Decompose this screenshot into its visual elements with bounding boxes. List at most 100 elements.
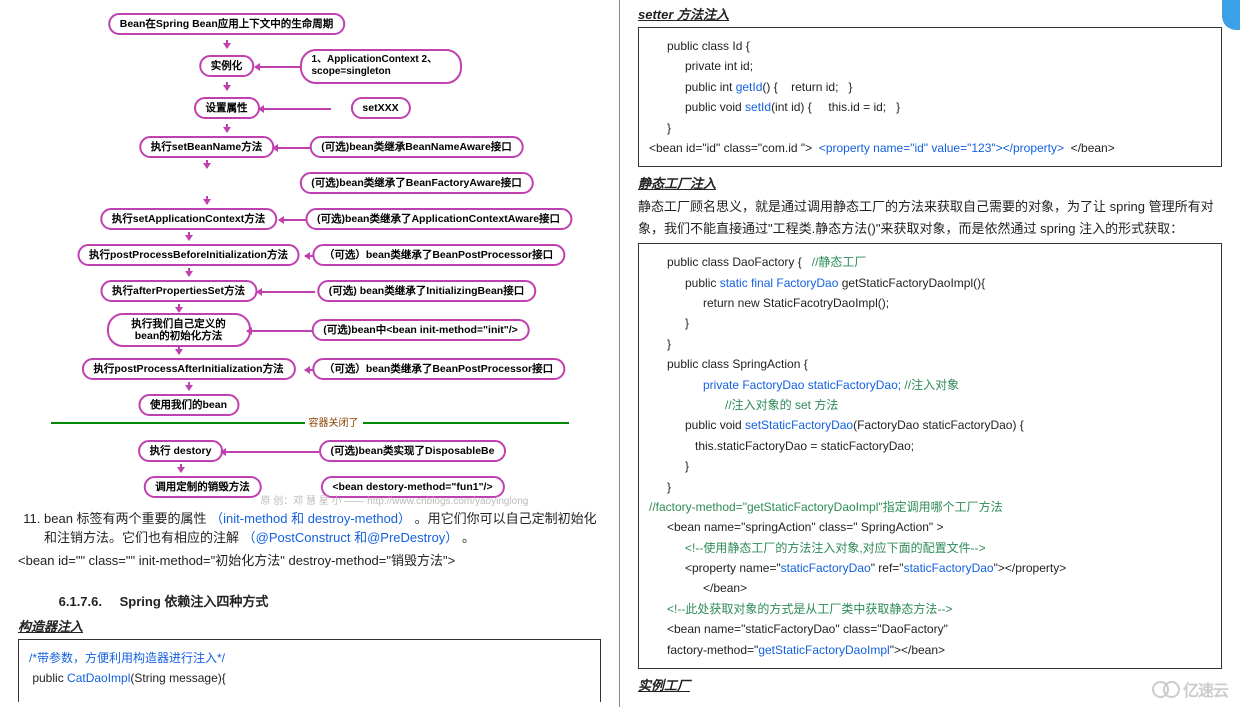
code-text: </bean> [1064, 141, 1115, 155]
arrow-down-icon [188, 268, 190, 276]
flow-custominit: 执行我们自己定义的 bean的初始化方法 [107, 313, 251, 347]
flow-destroy: 执行 destory [138, 440, 224, 462]
li11-text-d: （@PostConstruct 和@PreDestroy） [243, 530, 459, 545]
section-heading: 6.1.7.6. Spring 依赖注入四种方式 [18, 591, 601, 610]
code-text: getId [736, 80, 763, 94]
static-factory-desc: 静态工厂顾名思义，就是通过调用静态工厂的方法来获取自己需要的对象，为了让 spr… [638, 196, 1222, 239]
flow-destroy-note: (可选)bean类实现了DisposableBe [319, 440, 507, 462]
code-text: (String message){ [130, 671, 225, 685]
code-text: </bean> [649, 578, 1211, 598]
code-text: public int [685, 80, 736, 94]
flow-ppbefore: 执行postProcessBeforeInitialization方法 [77, 244, 300, 266]
code-text: public void [685, 418, 745, 432]
code-text: public [29, 671, 67, 685]
arrow-down-icon [178, 304, 180, 312]
code-text: "></property> [994, 561, 1067, 575]
code-text: () { return id; } [762, 80, 852, 94]
code-text: private int id; [649, 56, 1211, 76]
flow-usebean: 使用我们的bean [138, 394, 239, 416]
code-text: <property name="id" value="123"></proper… [819, 141, 1064, 155]
code-text: public void [685, 100, 745, 114]
flow-ppafter: 执行postProcessAfterInitialization方法 [81, 358, 295, 380]
code-comment: /*带参数，方便利用构造器进行注入*/ [29, 651, 225, 665]
arrow-left-icon [247, 330, 315, 332]
code-text: } [649, 118, 1211, 138]
code-comment: //静态工厂 [812, 255, 867, 269]
li11-text-a: bean 标签有两个重要的属性 [44, 511, 207, 526]
arrow-left-icon [255, 66, 303, 68]
flow-setappctx: 执行setApplicationContext方法 [100, 208, 277, 230]
constructor-inject-heading: 构造器注入 [18, 616, 601, 635]
code-text: } [649, 477, 1211, 497]
code-text: this.staticFactoryDao = staticFactoryDao… [649, 436, 1211, 456]
code-text: private FactoryDao staticFactoryDao; [703, 378, 901, 392]
li11-text-e: 。 [462, 530, 475, 545]
li11-text-b: （init-method 和 destroy-method） [210, 511, 411, 526]
arrow-left-icon [257, 291, 315, 293]
code-text: public class SpringAction { [649, 354, 1211, 374]
code-text: public class Id { [649, 36, 1211, 56]
code-text: public [685, 276, 720, 290]
arrow-down-icon [178, 346, 180, 354]
setter-inject-heading: setter 方法注入 [638, 4, 1222, 23]
arrow-left-icon [259, 108, 331, 110]
arrow-down-icon [226, 82, 228, 90]
code-text: static final FactoryDao [720, 276, 839, 290]
arrow-down-icon [188, 382, 190, 390]
flow-setprops-note: setXXX [350, 97, 410, 119]
code-text: getStaticFactoryDaoImpl [758, 643, 889, 657]
bean-lifecycle-flowchart: Bean在Spring Bean应用上下文中的生命周期 实例化 1、Applic… [51, 6, 569, 502]
code-text: } [649, 334, 1211, 354]
code-text: return new StaticFacotryDaoImpl(); [649, 293, 1211, 313]
section-number: 6.1.7.6. [18, 594, 102, 609]
flow-beanfactoryaware-note: (可选)bean类继承了BeanFactoryAware接口 [299, 172, 533, 194]
feedback-tab-icon[interactable] [1222, 0, 1240, 30]
code-comment: //注入对象的 set 方法 [725, 398, 838, 412]
source-watermark: 原 创：邓 慧 星 小 —— http://www.cnblogs.com/ya… [261, 492, 529, 507]
arrow-down-icon [226, 40, 228, 48]
code-text: " ref=" [871, 561, 904, 575]
code-text: public class DaoFactory { [667, 255, 812, 269]
arrow-down-icon [180, 464, 182, 472]
code-text: (int id) { this.id = id; } [771, 100, 900, 114]
brand-text: 亿速云 [1183, 683, 1228, 700]
code-text: setId [745, 100, 771, 114]
flow-instantiate: 实例化 [199, 55, 255, 77]
flow-title: Bean在Spring Bean应用上下文中的生命周期 [108, 13, 346, 35]
code-text: staticFactoryDao [904, 561, 994, 575]
code-text: <bean name="springAction" class=" Spring… [649, 517, 1211, 537]
code-text: (FactoryDao staticFactoryDao) { [853, 418, 1024, 432]
code-text: <property name=" [685, 561, 781, 575]
arrow-down-icon [206, 196, 208, 204]
flow-customdestroy: 调用定制的销毁方法 [143, 476, 262, 498]
flow-ppafter-note: （可选）bean类继承了BeanPostProcessor接口 [312, 358, 565, 380]
code-text: staticFactoryDao [781, 561, 871, 575]
code-text: setStaticFactoryDao [745, 418, 853, 432]
right-column: setter 方法注入 public class Id { private in… [620, 0, 1240, 707]
code-text: <bean name="staticFactoryDao" class="Dao… [649, 619, 1211, 639]
code-text: getStaticFactoryDaoImpl(){ [838, 276, 985, 290]
code-comment: //注入对象 [901, 378, 959, 392]
list-item-11: bean 标签有两个重要的属性 （init-method 和 destroy-m… [24, 508, 601, 546]
flow-afterpropset-note: (可选) bean类继承了InitializingBean接口 [317, 280, 536, 302]
setter-code-box: public class Id { private int id; public… [638, 27, 1222, 167]
arrow-left-icon [221, 451, 319, 453]
static-factory-heading: 静态工厂注入 [638, 173, 1222, 192]
code-text: } [649, 313, 1211, 333]
flow-setprops: 设置属性 [194, 97, 260, 119]
bean-xml-example: <bean id="" class="" init-method="初始化方法"… [18, 550, 601, 569]
brand-watermark: 亿速云 [1152, 677, 1228, 701]
code-comment: <!--使用静态工厂的方法注入对象,对应下面的配置文件--> [685, 541, 986, 555]
instance-factory-heading: 实例工厂 [638, 675, 1222, 694]
arrow-down-icon [226, 124, 228, 132]
code-text: CatDaoImpl [67, 671, 130, 685]
code-text: factory-method=" [667, 643, 758, 657]
arrow-left-icon [273, 147, 313, 149]
static-factory-code-box: public class DaoFactory { //静态工厂 public … [638, 243, 1222, 669]
code-text: "></bean> [890, 643, 945, 657]
arrow-down-icon [188, 232, 190, 240]
cloud-icon [1163, 681, 1180, 698]
arrow-down-icon [206, 160, 208, 168]
flow-afterpropset: 执行afterPropertiesSet方法 [100, 280, 257, 302]
left-column: Bean在Spring Bean应用上下文中的生命周期 实例化 1、Applic… [0, 0, 620, 707]
